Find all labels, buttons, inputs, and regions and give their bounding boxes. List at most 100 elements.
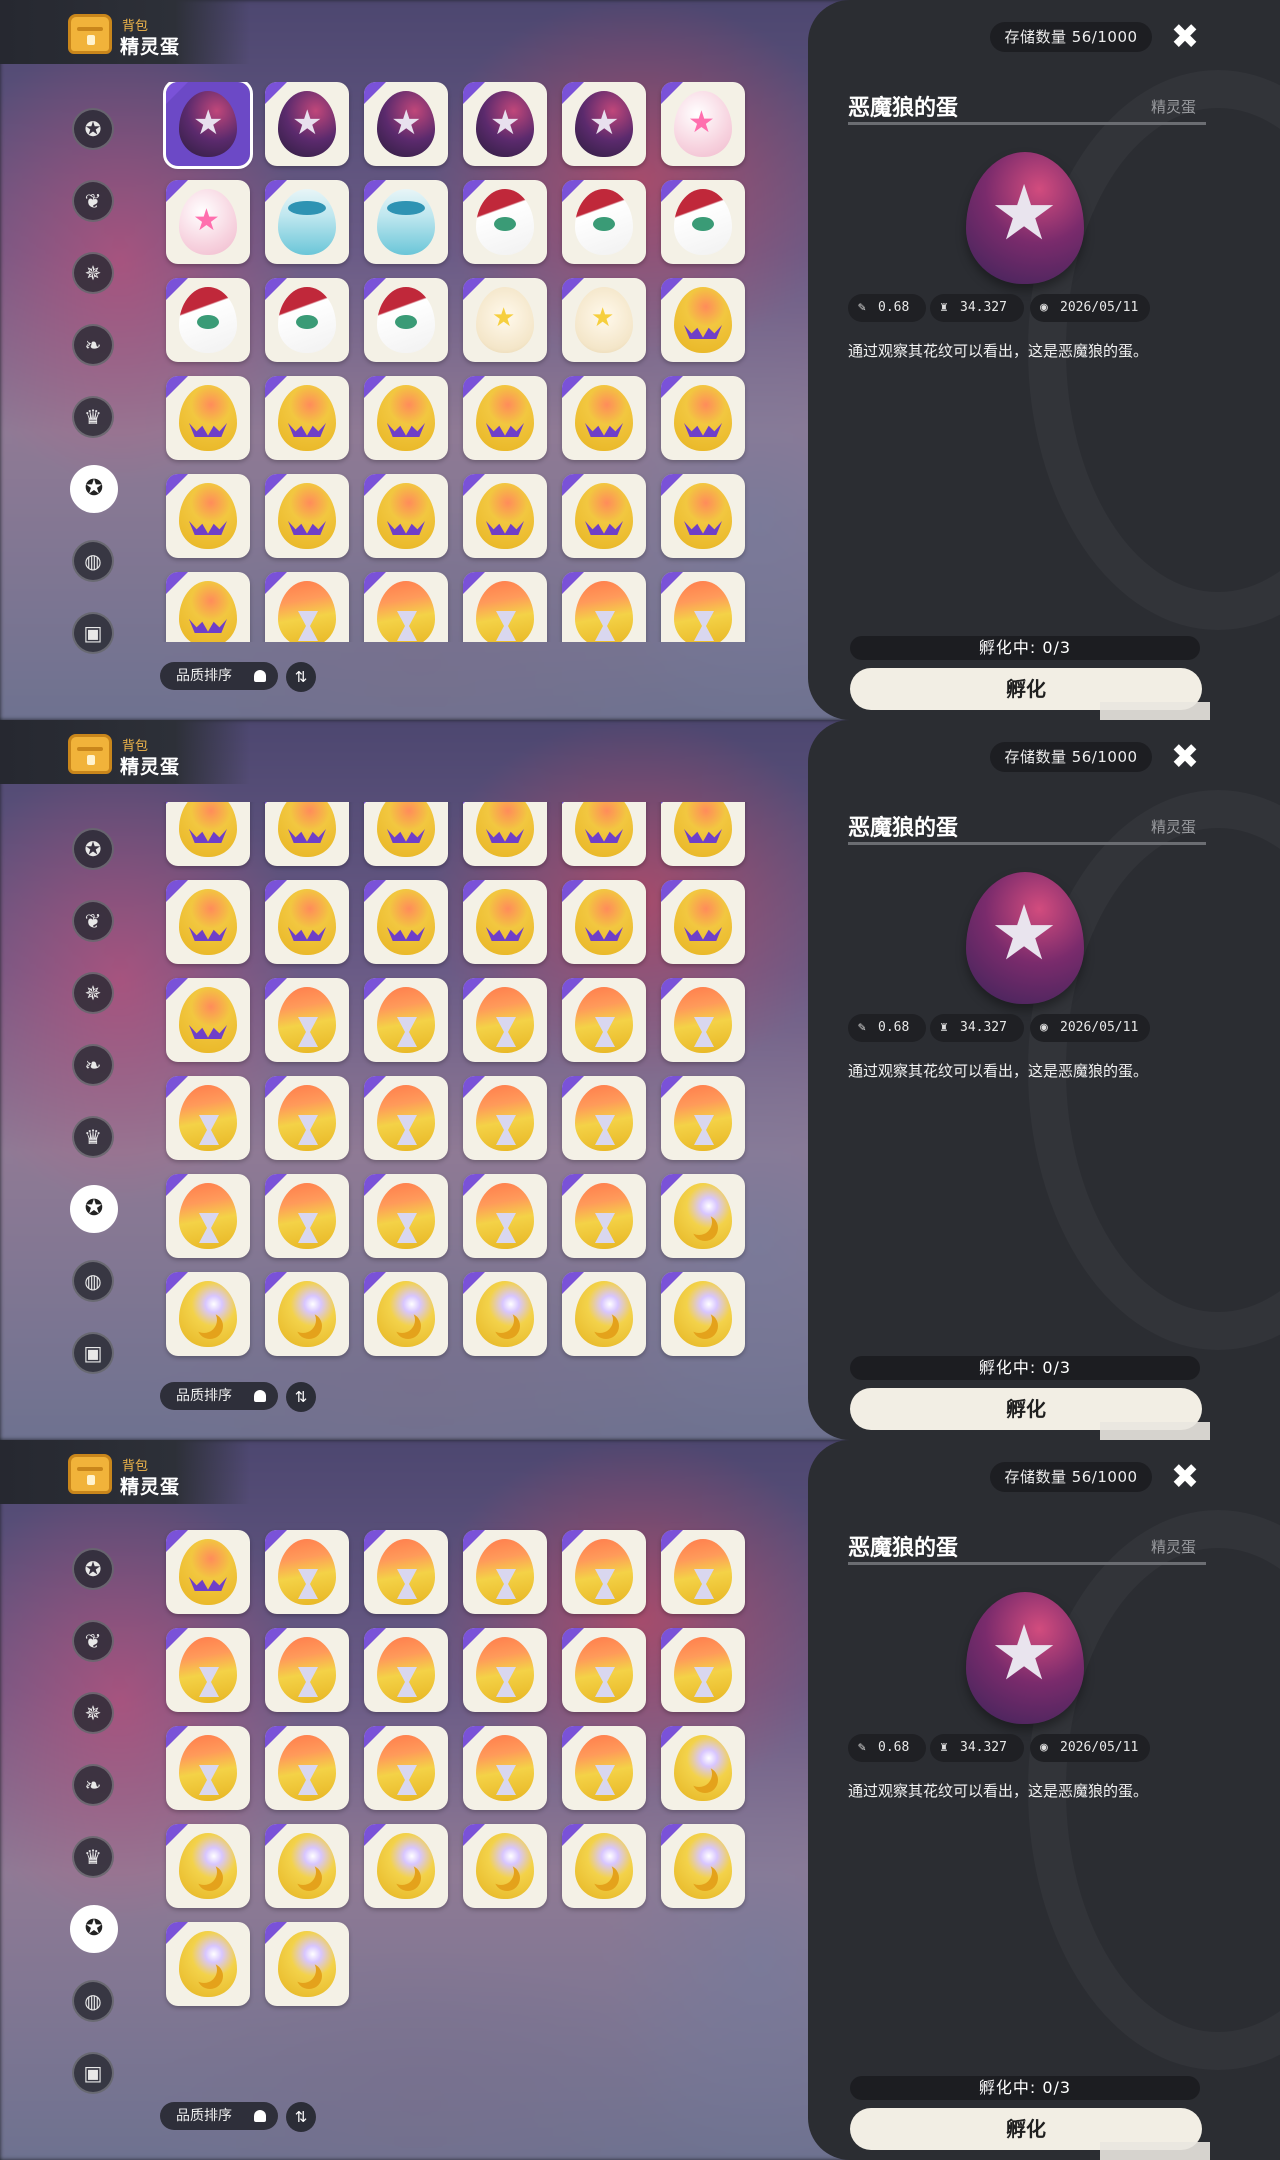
egg-card[interactable] — [463, 572, 547, 642]
sidebar-chest-icon[interactable]: ▣ — [72, 612, 114, 654]
sidebar-egg-category-icon[interactable]: ✪ — [70, 1185, 118, 1233]
egg-card[interactable] — [265, 1726, 349, 1810]
egg-card[interactable] — [166, 1628, 250, 1712]
sidebar-star-badge-icon[interactable]: ✪ — [72, 828, 114, 870]
egg-card[interactable] — [661, 572, 745, 642]
egg-card[interactable] — [562, 278, 646, 362]
egg-card[interactable] — [364, 1628, 448, 1712]
egg-card[interactable] — [166, 1076, 250, 1160]
egg-card[interactable] — [364, 82, 448, 166]
egg-card[interactable] — [166, 1726, 250, 1810]
quality-sort-button[interactable]: 品质排序 — [160, 2102, 278, 2130]
egg-card[interactable] — [364, 572, 448, 642]
egg-card[interactable] — [661, 1174, 745, 1258]
egg-card[interactable] — [265, 278, 349, 362]
egg-card[interactable] — [463, 1076, 547, 1160]
egg-card[interactable] — [265, 978, 349, 1062]
egg-card[interactable] — [163, 82, 253, 169]
egg-card[interactable] — [166, 1824, 250, 1908]
egg-card[interactable] — [364, 1726, 448, 1810]
egg-card[interactable] — [661, 376, 745, 460]
sidebar-crown-scroll-icon[interactable]: ♛ — [72, 1116, 114, 1158]
egg-card[interactable] — [562, 82, 646, 166]
egg-card[interactable] — [265, 1628, 349, 1712]
egg-card[interactable] — [562, 1272, 646, 1356]
egg-card[interactable] — [265, 474, 349, 558]
egg-card[interactable] — [166, 1922, 250, 2006]
egg-card[interactable] — [463, 180, 547, 264]
egg-card[interactable] — [166, 978, 250, 1062]
egg-card[interactable] — [661, 1824, 745, 1908]
egg-card[interactable] — [166, 376, 250, 460]
egg-card[interactable] — [265, 572, 349, 642]
close-icon[interactable]: ✖ — [1166, 1458, 1204, 1496]
egg-card[interactable] — [166, 1530, 250, 1614]
sort-toggle-button[interactable]: ⇅ — [286, 1382, 316, 1412]
egg-card[interactable] — [562, 180, 646, 264]
egg-card[interactable] — [265, 1076, 349, 1160]
sidebar-crown-scroll-icon[interactable]: ♛ — [72, 396, 114, 438]
sidebar-sun-icon[interactable]: ✵ — [72, 1692, 114, 1734]
egg-card[interactable] — [265, 1174, 349, 1258]
egg-card[interactable] — [661, 802, 745, 866]
close-icon[interactable]: ✖ — [1166, 18, 1204, 56]
egg-card[interactable] — [661, 1726, 745, 1810]
egg-card[interactable] — [661, 82, 745, 166]
sidebar-crown-scroll-icon[interactable]: ♛ — [72, 1836, 114, 1878]
egg-card[interactable] — [166, 880, 250, 964]
egg-card[interactable] — [661, 1530, 745, 1614]
egg-card[interactable] — [463, 278, 547, 362]
sidebar-egg-category-icon[interactable]: ✪ — [70, 465, 118, 513]
sidebar-acorn-icon[interactable]: ◍ — [72, 540, 114, 582]
egg-card[interactable] — [166, 180, 250, 264]
egg-card[interactable] — [265, 376, 349, 460]
egg-card[interactable] — [463, 1272, 547, 1356]
egg-card[interactable] — [463, 82, 547, 166]
egg-card[interactable] — [364, 1174, 448, 1258]
egg-card[interactable] — [463, 880, 547, 964]
egg-card[interactable] — [463, 1174, 547, 1258]
quality-sort-button[interactable]: 品质排序 — [160, 662, 278, 690]
egg-tab-title[interactable]: 精灵蛋 — [120, 1472, 180, 1499]
egg-card[interactable] — [562, 474, 646, 558]
egg-card[interactable] — [265, 180, 349, 264]
egg-card[interactable] — [166, 278, 250, 362]
sidebar-sun-icon[interactable]: ✵ — [72, 972, 114, 1014]
egg-card[interactable] — [463, 1628, 547, 1712]
egg-card[interactable] — [166, 1272, 250, 1356]
egg-card[interactable] — [562, 1628, 646, 1712]
quality-sort-button[interactable]: 品质排序 — [160, 1382, 278, 1410]
egg-tab-title[interactable]: 精灵蛋 — [120, 752, 180, 779]
sidebar-star-badge-icon[interactable]: ✪ — [72, 108, 114, 150]
egg-card[interactable] — [166, 572, 250, 642]
egg-card[interactable] — [364, 1530, 448, 1614]
egg-card[interactable] — [661, 278, 745, 362]
egg-card[interactable] — [463, 376, 547, 460]
sidebar-acorn-icon[interactable]: ◍ — [72, 1980, 114, 2022]
sort-toggle-button[interactable]: ⇅ — [286, 662, 316, 692]
egg-card[interactable] — [661, 474, 745, 558]
egg-card[interactable] — [562, 1174, 646, 1258]
egg-card[interactable] — [463, 978, 547, 1062]
egg-card[interactable] — [463, 802, 547, 866]
egg-card[interactable] — [364, 376, 448, 460]
egg-card[interactable] — [562, 376, 646, 460]
egg-card[interactable] — [661, 1272, 745, 1356]
sidebar-feather-icon[interactable]: ❧ — [72, 1044, 114, 1086]
close-icon[interactable]: ✖ — [1166, 738, 1204, 776]
sidebar-feather-icon[interactable]: ❧ — [72, 324, 114, 366]
egg-card[interactable] — [463, 1726, 547, 1810]
egg-card[interactable] — [166, 1174, 250, 1258]
egg-card[interactable] — [562, 802, 646, 866]
sidebar-star-badge-icon[interactable]: ✪ — [72, 1548, 114, 1590]
sidebar-feather-icon[interactable]: ❧ — [72, 1764, 114, 1806]
egg-card[interactable] — [661, 978, 745, 1062]
sort-toggle-button[interactable]: ⇅ — [286, 2102, 316, 2132]
sidebar-egg-category-icon[interactable]: ✪ — [70, 1905, 118, 1953]
egg-card[interactable] — [562, 1824, 646, 1908]
egg-card[interactable] — [463, 1530, 547, 1614]
egg-card[interactable] — [562, 978, 646, 1062]
egg-card[interactable] — [562, 572, 646, 642]
egg-card[interactable] — [562, 1530, 646, 1614]
sidebar-leaf-icon[interactable]: ❦ — [72, 180, 114, 222]
